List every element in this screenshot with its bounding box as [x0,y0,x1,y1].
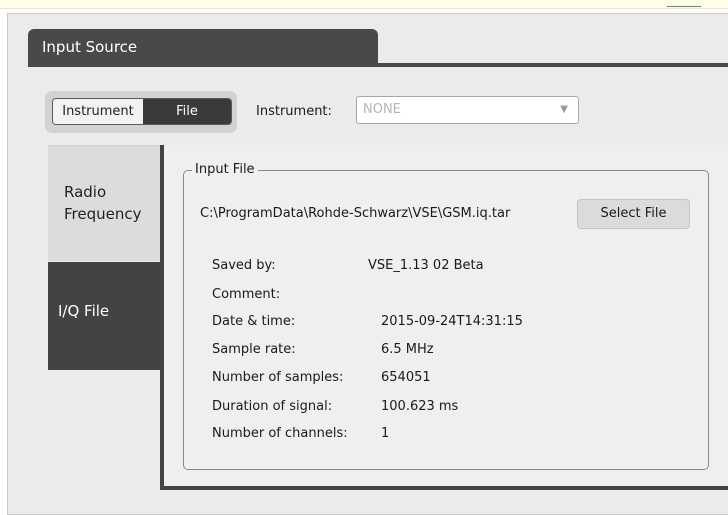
content-bottom-border [160,486,728,490]
number-of-samples-value: 654051 [381,370,431,385]
instrument-dropdown-value: NONE [363,102,401,117]
date-time-value: 2015-09-24T14:31:15 [381,314,523,329]
date-time-label: Date & time: [212,314,296,329]
source-toggle[interactable]: Instrument File [52,98,232,125]
content-left-border [160,145,164,490]
number-of-channels-label: Number of channels: [212,426,348,441]
select-file-button[interactable]: Select File [577,199,690,229]
instrument-dropdown[interactable]: NONE ▼ [356,96,579,124]
saved-by-value: VSE_1.13 02 Beta [368,258,484,273]
instrument-label: Instrument: [256,104,332,119]
file-path: C:\ProgramData\Rohde-Schwarz\VSE\GSM.iq.… [200,206,511,221]
sidebar-item-iq-file[interactable]: I/Q File [48,262,162,370]
panel-title-underline [28,63,728,67]
chevron-down-icon: ▼ [560,104,568,115]
duration-value: 100.623 ms [381,399,459,414]
sidebar-item-radio-frequency[interactable]: Radio Frequency [48,145,162,261]
sample-rate-label: Sample rate: [212,342,296,357]
input-file-group-title: Input File [192,162,258,177]
panel-title: Input Source [28,29,378,65]
saved-by-label: Saved by: [212,258,276,273]
duration-label: Duration of signal: [212,399,333,414]
number-of-channels-value: 1 [381,426,390,441]
sidebar-item-label-line1: Radio [64,183,107,201]
number-of-samples-label: Number of samples: [212,370,344,385]
window-top-strip [0,0,728,9]
sample-rate-value: 6.5 MHz [381,342,434,357]
toggle-instrument-option[interactable]: Instrument [53,99,143,124]
window-top-tick [667,6,701,7]
toggle-file-option[interactable]: File [143,99,231,124]
comment-label: Comment: [212,287,281,302]
sidebar-item-label: Radio Frequency [64,181,142,225]
sidebar-item-label: I/Q File [58,302,110,320]
sidebar-item-label-line2: Frequency [64,205,142,223]
